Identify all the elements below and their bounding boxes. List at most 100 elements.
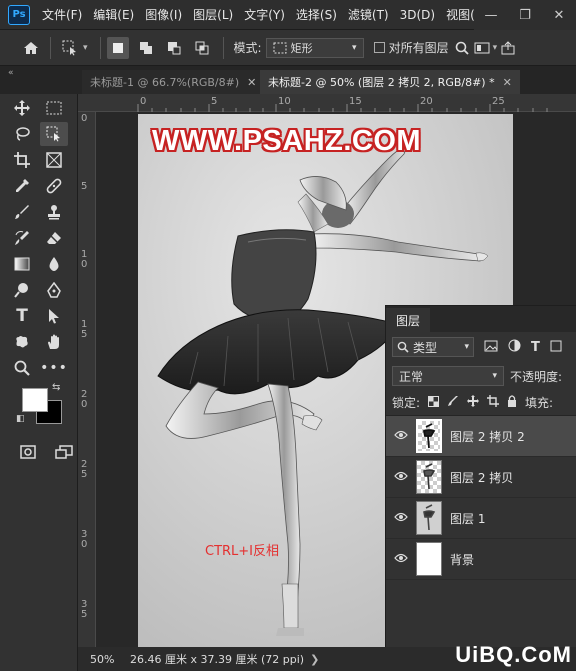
intersect-selection-icon[interactable] (191, 37, 213, 59)
blur-drop-icon[interactable] (40, 252, 68, 276)
filter-type-label: 类型 (413, 340, 438, 355)
chevron-down-icon[interactable]: ▾ (83, 43, 88, 53)
lock-pixels-icon[interactable] (447, 395, 459, 410)
layer-row[interactable]: 图层 1 (386, 498, 576, 539)
more-tools-icon[interactable]: ••• (40, 356, 68, 380)
menu-filter[interactable]: 滤镜(T) (348, 6, 389, 23)
eye-icon[interactable] (386, 511, 416, 526)
subtract-selection-icon[interactable] (163, 37, 185, 59)
layer-thumbnail (416, 460, 442, 494)
zoom-icon[interactable] (8, 356, 36, 380)
window-controls: — ❐ ✕ (474, 0, 576, 30)
eye-icon[interactable] (386, 429, 416, 444)
eyedropper-icon[interactable] (8, 174, 36, 198)
divider (50, 36, 51, 59)
path-selection-icon[interactable] (40, 304, 68, 328)
filter-type-select[interactable]: 类型 ▾ (392, 337, 474, 357)
mode-label: 模式: (233, 41, 262, 55)
new-selection-icon[interactable] (106, 36, 129, 59)
home-icon[interactable] (18, 35, 44, 61)
crop-icon[interactable] (8, 148, 36, 172)
workspace-icon[interactable] (471, 35, 493, 61)
rectangle-icon (273, 42, 287, 53)
menu-select[interactable]: 选择(S) (296, 6, 337, 23)
lock-artboard-icon[interactable] (487, 395, 500, 410)
ruler-label: 2 0 (81, 389, 88, 410)
tab-layers[interactable]: 图层 (386, 308, 431, 332)
marquee-tool-preset-icon[interactable] (57, 35, 83, 61)
layer-row[interactable]: 图层 2 拷贝 2 (386, 416, 576, 457)
frame-tool-icon[interactable] (40, 148, 68, 172)
brush-icon[interactable] (8, 200, 36, 224)
lock-position-icon[interactable] (467, 395, 480, 410)
lock-all-icon[interactable] (507, 395, 517, 410)
tools-panel: T ••• ⇆ ◧ (0, 94, 78, 671)
ruler-label: 5 (81, 181, 88, 192)
close-button[interactable]: ✕ (542, 0, 576, 30)
layer-filter-row: 类型 ▾ T (386, 332, 576, 362)
image-filter-icon[interactable] (484, 340, 498, 355)
eraser-icon[interactable] (40, 226, 68, 250)
type-filter-icon[interactable]: T (531, 340, 540, 355)
clone-stamp-icon[interactable] (40, 200, 68, 224)
menu-file[interactable]: 文件(F) (42, 6, 82, 23)
dodge-icon[interactable] (8, 278, 36, 302)
lasso-icon[interactable] (8, 122, 36, 146)
minimize-button[interactable]: — (474, 0, 508, 30)
eye-icon[interactable] (386, 470, 416, 485)
close-icon[interactable]: ✕ (503, 76, 512, 89)
menu-layer[interactable]: 图层(L) (193, 6, 233, 23)
panel-header: 图层 (386, 306, 576, 332)
quick-mask-icon[interactable] (14, 440, 42, 464)
share-icon[interactable] (497, 35, 519, 61)
lock-transparency-icon[interactable] (428, 395, 440, 410)
history-brush-icon[interactable] (8, 226, 36, 250)
add-selection-icon[interactable] (135, 37, 157, 59)
zoom-level[interactable]: 50% (78, 653, 122, 666)
object-selection-icon[interactable] (40, 122, 68, 146)
menu-type[interactable]: 文字(Y) (244, 6, 285, 23)
tab-document-2[interactable]: 未标题-2 @ 50% (图层 2 拷贝 2, RGB/8#) * ✕ (260, 70, 520, 94)
swap-colors-icon[interactable]: ⇆ (52, 382, 60, 393)
menu-image[interactable]: 图像(I) (145, 6, 182, 23)
healing-brush-icon[interactable] (40, 174, 68, 198)
layer-row[interactable]: 图层 2 拷贝 (386, 457, 576, 498)
blend-mode-select[interactable]: 正常 ▾ (392, 366, 504, 386)
ruler-label: 1 5 (81, 319, 88, 340)
align-all-layers-checkbox[interactable] (373, 42, 385, 53)
layer-thumbnail (416, 542, 442, 576)
close-icon[interactable]: ✕ (247, 76, 256, 89)
type-icon[interactable]: T (8, 304, 36, 328)
menu-edit[interactable]: 编辑(E) (93, 6, 134, 23)
collapse-panels-icon[interactable]: « (8, 68, 14, 78)
tab-document-1[interactable]: 未标题-1 @ 66.7%(RGB/8#) ✕ (82, 70, 260, 94)
ruler-label: 0 (81, 113, 88, 124)
menu-bar: Ps 文件(F) 编辑(E) 图像(I) 图层(L) 文字(Y) 选择(S) 滤… (0, 0, 576, 30)
eye-icon[interactable] (386, 552, 416, 567)
layer-thumbnail (416, 501, 442, 535)
shape-filter-icon[interactable] (550, 340, 562, 355)
search-icon (397, 341, 409, 353)
pen-icon[interactable] (40, 278, 68, 302)
document-info: 26.46 厘米 x 37.39 厘米 (72 ppi) (130, 653, 305, 666)
layer-row[interactable]: 背景 (386, 539, 576, 580)
hand-icon[interactable] (40, 330, 68, 354)
mode-select[interactable]: 矩形 ▾ (265, 37, 364, 58)
restore-button[interactable]: ❐ (508, 0, 542, 30)
custom-shape-icon[interactable] (8, 330, 36, 354)
search-icon[interactable] (453, 35, 471, 61)
ruler-label: 3 5 (81, 599, 88, 620)
layer-thumbnail (416, 419, 442, 453)
screen-mode-icon[interactable] (50, 440, 78, 464)
move-tool-icon[interactable] (8, 96, 36, 120)
chevron-down-icon: ▾ (492, 371, 497, 381)
gradient-icon[interactable] (8, 252, 36, 276)
adjustment-filter-icon[interactable] (508, 339, 521, 355)
divider (99, 36, 101, 59)
chevron-right-icon[interactable]: ❯ (310, 653, 319, 666)
rectangular-marquee-icon[interactable] (40, 96, 68, 120)
chevron-down-icon: ▾ (352, 42, 357, 53)
default-colors-icon[interactable]: ◧ (16, 414, 25, 424)
menu-3d[interactable]: 3D(D) (400, 8, 435, 22)
foreground-color-swatch[interactable] (22, 388, 48, 412)
